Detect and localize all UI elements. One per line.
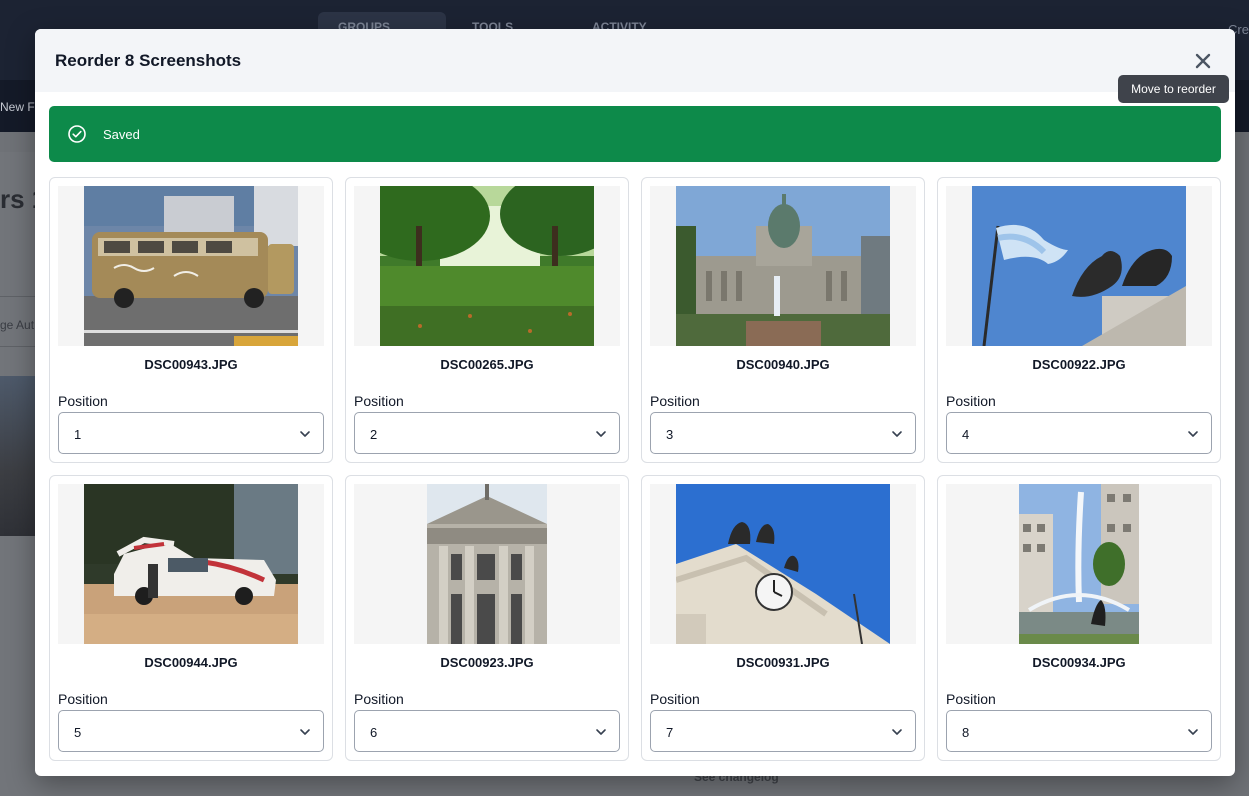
screenshot-thumbnail (946, 186, 1212, 346)
position-value: 2 (370, 427, 378, 442)
success-alert: Saved (49, 106, 1221, 162)
position-value: 6 (370, 725, 378, 740)
position-value: 7 (666, 725, 674, 740)
car-photo (84, 484, 298, 644)
reorder-modal: Reorder 8 Screenshots Saved DSC00943.JPG… (35, 29, 1235, 776)
chevron-down-icon (891, 725, 903, 737)
position-label: Position (650, 393, 700, 409)
screenshot-card[interactable]: DSC00922.JPG Position 4 (937, 177, 1221, 463)
screenshot-thumbnail (58, 186, 324, 346)
screenshot-card[interactable]: DSC00934.JPG Position 8 (937, 475, 1221, 761)
position-select[interactable]: 1 (58, 412, 324, 454)
position-select[interactable]: 8 (946, 710, 1212, 752)
position-value: 1 (74, 427, 82, 442)
congress-photo (676, 186, 890, 346)
position-label: Position (650, 691, 700, 707)
position-value: 4 (962, 427, 970, 442)
fountain-photo (1019, 484, 1139, 644)
position-label: Position (354, 393, 404, 409)
bus-photo (84, 186, 298, 346)
screenshot-card[interactable]: DSC00940.JPG Position 3 (641, 177, 925, 463)
position-select[interactable]: 3 (650, 412, 916, 454)
chevron-down-icon (299, 427, 311, 439)
position-label: Position (946, 691, 996, 707)
screenshot-filename: DSC00922.JPG (1032, 357, 1126, 372)
screenshot-card[interactable]: DSC00923.JPG Position 6 (345, 475, 629, 761)
chevron-down-icon (1187, 427, 1199, 439)
screenshot-thumbnail (946, 484, 1212, 644)
chevron-down-icon (891, 427, 903, 439)
screenshot-filename: DSC00944.JPG (144, 655, 238, 670)
screenshot-card[interactable]: DSC00265.JPG Position 2 (345, 177, 629, 463)
chevron-down-icon (1187, 725, 1199, 737)
screenshot-filename: DSC00934.JPG (1032, 655, 1126, 670)
screenshot-filename: DSC00940.JPG (736, 357, 830, 372)
modal-title: Reorder 8 Screenshots (55, 51, 242, 70)
background-thumbnail (0, 376, 35, 536)
position-label: Position (354, 691, 404, 707)
clock-tower-photo (676, 484, 890, 644)
reorder-tooltip: Move to reorder (1118, 75, 1229, 103)
screenshot-thumbnail (58, 484, 324, 644)
close-icon[interactable] (1191, 49, 1215, 73)
screenshot-filename: DSC00265.JPG (440, 357, 534, 372)
position-select[interactable]: 2 (354, 412, 620, 454)
screenshot-thumbnail (354, 186, 620, 346)
screenshot-filename: DSC00943.JPG (144, 357, 238, 372)
facade-photo (427, 484, 547, 644)
flag-photo (972, 186, 1186, 346)
chevron-down-icon (299, 725, 311, 737)
position-label: Position (58, 691, 108, 707)
position-select[interactable]: 7 (650, 710, 916, 752)
screenshot-thumbnail (650, 484, 916, 644)
chevron-down-icon (595, 427, 607, 439)
position-select[interactable]: 4 (946, 412, 1212, 454)
position-label: Position (946, 393, 996, 409)
chevron-down-icon (595, 725, 607, 737)
screenshot-card[interactable]: DSC00944.JPG Position 5 (49, 475, 333, 761)
position-label: Position (58, 393, 108, 409)
position-select[interactable]: 5 (58, 710, 324, 752)
background-auto-text: ge Aut (0, 318, 35, 332)
screenshot-card[interactable]: DSC00931.JPG Position 7 (641, 475, 925, 761)
position-value: 8 (962, 725, 970, 740)
modal-header: Reorder 8 Screenshots (35, 29, 1235, 92)
position-value: 5 (74, 725, 82, 740)
screenshot-card[interactable]: DSC00943.JPG Position 1 (49, 177, 333, 463)
screenshot-filename: DSC00923.JPG (440, 655, 534, 670)
park-photo (380, 186, 594, 346)
screenshot-thumbnail (650, 186, 916, 346)
position-select[interactable]: 6 (354, 710, 620, 752)
screenshot-thumbnail (354, 484, 620, 644)
alert-message: Saved (103, 127, 140, 142)
position-value: 3 (666, 427, 674, 442)
check-circle-icon (67, 124, 87, 144)
screenshot-filename: DSC00931.JPG (736, 655, 830, 670)
